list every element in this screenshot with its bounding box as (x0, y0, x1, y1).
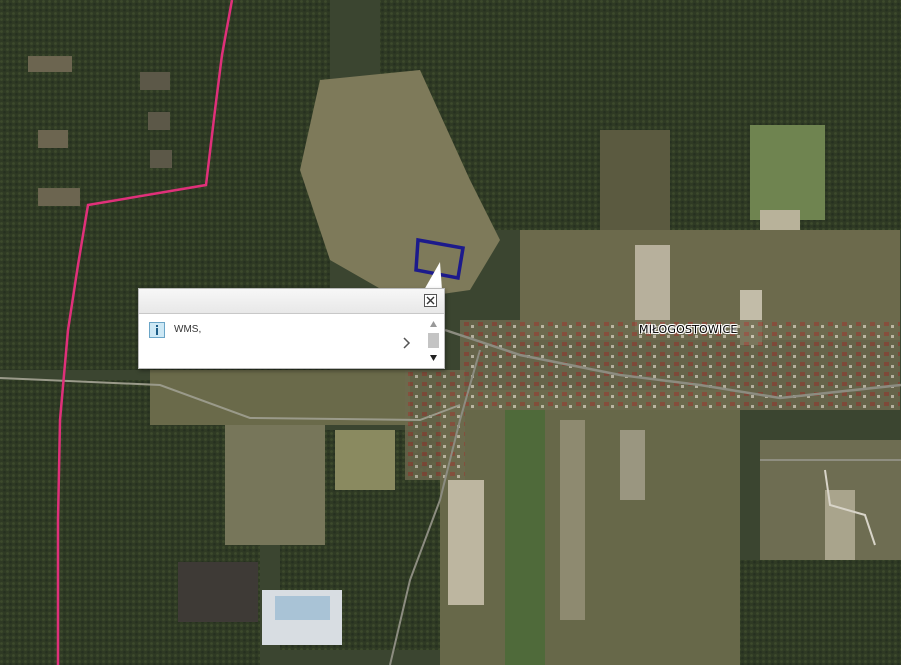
place-label: MIŁOGOSTOWICE (639, 323, 738, 336)
forest-clearing-strip (38, 130, 68, 148)
field (448, 480, 484, 605)
field (150, 370, 410, 425)
satellite-map[interactable] (0, 0, 901, 665)
chevron-right-icon[interactable] (403, 337, 411, 349)
forest-clearing-strip (28, 56, 72, 72)
popup-body: WMS, (139, 314, 444, 368)
popup-pointer (424, 262, 442, 290)
field (440, 390, 740, 665)
building-roof (275, 596, 330, 620)
popup-header (139, 289, 444, 314)
popup-scrollbar[interactable] (427, 318, 440, 364)
close-icon[interactable] (424, 294, 437, 307)
field (600, 130, 670, 230)
result-label: WMS, (174, 324, 202, 335)
scroll-down-arrow-icon[interactable] (429, 354, 438, 362)
field (750, 125, 825, 220)
forest-clearing-strip (148, 112, 170, 130)
field (620, 430, 645, 500)
field (505, 400, 545, 665)
forest-clearing-strip (150, 150, 172, 168)
scroll-thumb[interactable] (428, 333, 439, 348)
village-area (405, 370, 465, 480)
scroll-up-arrow-icon[interactable] (429, 320, 438, 328)
info-icon (149, 322, 165, 338)
result-list-item[interactable]: WMS, (149, 322, 411, 362)
forest-clearing-strip (140, 72, 170, 90)
identify-popup: WMS, (138, 288, 445, 369)
field (335, 430, 395, 490)
field (225, 425, 325, 545)
field (560, 420, 585, 620)
forest-clearing-strip (38, 188, 80, 206)
forest-area (740, 560, 901, 665)
field (635, 245, 670, 330)
building-roof (178, 562, 258, 622)
